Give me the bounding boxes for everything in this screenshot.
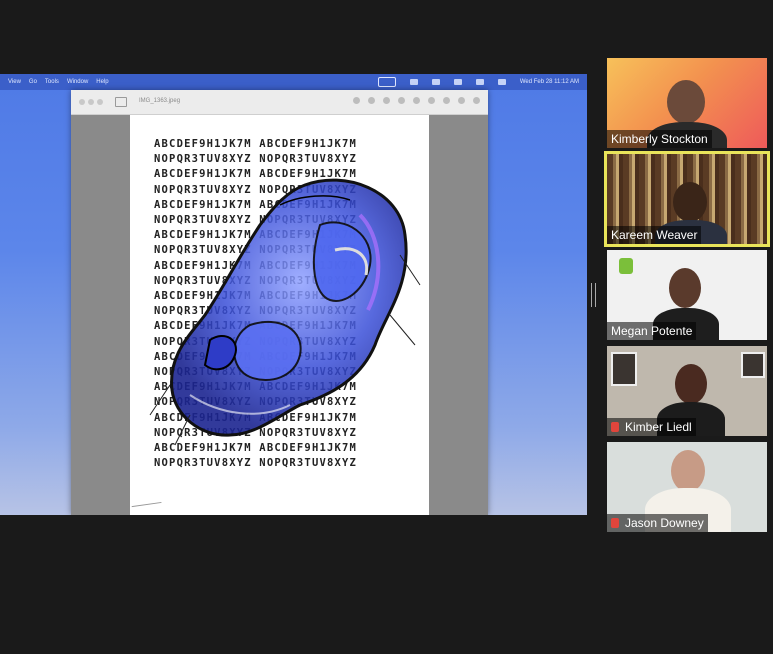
mac-menubar: View Go Tools Window Help Wed Feb 28 11:… [0, 74, 587, 90]
participant-tile-active-speaker[interactable]: Kareem Weaver [604, 151, 770, 247]
participant-name: Megan Potente [607, 322, 697, 340]
wifi-icon[interactable] [475, 79, 484, 85]
participant-video [669, 268, 701, 308]
screen-share-icon[interactable] [377, 77, 396, 87]
microphone-muted-icon [611, 518, 619, 528]
menu-window[interactable]: Window [67, 79, 88, 85]
shared-screen: View Go Tools Window Help Wed Feb 28 11:… [0, 74, 587, 515]
abstract-face-artwork [149, 178, 421, 446]
participant-name: Kimber Liedl [607, 418, 696, 436]
search-icon[interactable] [497, 79, 506, 85]
participant-tile[interactable]: Jason Downey [607, 442, 767, 532]
menu-tools[interactable]: Tools [45, 79, 59, 85]
participant-video [671, 450, 705, 492]
annotate-icon[interactable] [443, 97, 450, 104]
menubar-status-area: Wed Feb 28 11:12 AM [370, 77, 579, 87]
close-window-button[interactable] [79, 99, 85, 105]
participant-name: Jason Downey [607, 514, 708, 532]
participant-video [675, 364, 707, 404]
minimize-window-button[interactable] [88, 99, 94, 105]
preview-filename: IMG_1363.jpeg [139, 98, 181, 104]
status-icon[interactable] [431, 79, 440, 85]
preview-titlebar: IMG_1363.jpeg [71, 90, 488, 115]
panel-resize-handle[interactable] [591, 283, 596, 307]
image-page: ABCDEF9H1JK7M ABCDEF9H1JK7M NOPQR3TUV8XYZ… [130, 115, 429, 515]
preview-toolbar [353, 97, 480, 104]
menu-help[interactable]: Help [96, 79, 108, 85]
wall-frame [611, 352, 637, 386]
share-icon[interactable] [398, 97, 405, 104]
participant-tile[interactable]: Kimber Liedl [607, 346, 767, 436]
rotate-icon[interactable] [428, 97, 435, 104]
participant-video [673, 182, 707, 222]
participant-tile[interactable]: Megan Potente [607, 250, 767, 340]
preview-window: IMG_1363.jpeg ABCDEF9H1JK7M ABCDEF9H1JK7… [71, 90, 488, 515]
zoom-in-icon[interactable] [383, 97, 390, 104]
menu-view[interactable]: View [8, 79, 21, 85]
battery-icon[interactable] [453, 79, 462, 85]
search-icon[interactable] [473, 97, 480, 104]
participant-tile[interactable]: Kimberly Stockton [607, 58, 767, 148]
zoom-window-button[interactable] [97, 99, 103, 105]
markup-icon[interactable] [413, 97, 420, 104]
organization-logo-icon [619, 258, 633, 274]
menu-go[interactable]: Go [29, 79, 37, 85]
participant-name: Kimberly Stockton [607, 130, 712, 148]
form-icon[interactable] [458, 97, 465, 104]
wall-frame [741, 352, 765, 378]
zoom-out-icon[interactable] [368, 97, 375, 104]
status-icon[interactable] [409, 79, 418, 85]
microphone-muted-icon [611, 422, 619, 432]
participant-name: Kareem Weaver [607, 226, 702, 244]
sidebar-toggle-icon[interactable] [115, 97, 127, 107]
participant-video [667, 80, 705, 124]
menubar-clock: Wed Feb 28 11:12 AM [519, 79, 579, 85]
info-icon[interactable] [353, 97, 360, 104]
